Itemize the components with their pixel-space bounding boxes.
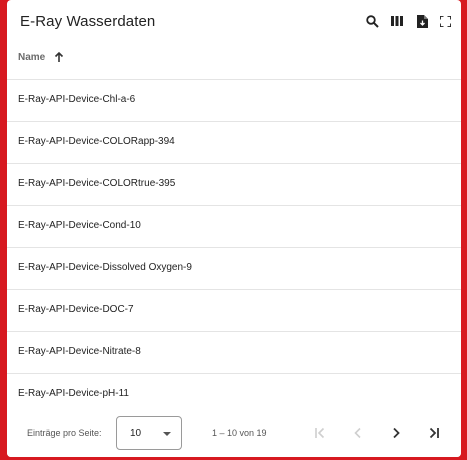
rows-per-page-value: 10	[130, 428, 142, 439]
table-toolbar: E-Ray Wasserdaten	[7, 0, 461, 44]
column-header-label: Name	[18, 52, 46, 63]
arrow-up-icon	[54, 51, 64, 62]
row-name: E-Ray-API-Device-COLORtrue-395	[18, 178, 176, 189]
file-download-icon[interactable]	[412, 11, 432, 31]
previous-page-button[interactable]	[348, 423, 368, 443]
first-page-icon	[315, 427, 325, 439]
pagination-bar: Einträge pro Seite: 10 1 – 10 von 19	[7, 409, 461, 457]
rows-per-page-select[interactable]: 10	[116, 416, 182, 450]
table-row[interactable]: E-Ray-API-Device-Chl-a-6	[7, 80, 461, 122]
first-page-button[interactable]	[310, 423, 330, 443]
table-body: E-Ray-API-Device-Chl-a-6 E-Ray-API-Devic…	[7, 80, 461, 416]
table-title: E-Ray Wasserdaten	[20, 13, 156, 30]
row-name: E-Ray-API-Device-DOC-7	[18, 304, 134, 315]
table-row[interactable]: E-Ray-API-Device-Cond-10	[7, 206, 461, 248]
row-name: E-Ray-API-Device-pH-11	[18, 388, 129, 399]
last-page-button[interactable]	[424, 423, 444, 443]
table-row[interactable]: E-Ray-API-Device-COLORtrue-395	[7, 164, 461, 206]
table-row[interactable]: E-Ray-API-Device-Dissolved Oxygen-9	[7, 248, 461, 290]
table-row[interactable]: E-Ray-API-Device-COLORapp-394	[7, 122, 461, 164]
chevron-left-icon	[354, 427, 361, 439]
fullscreen-icon[interactable]	[435, 11, 455, 31]
column-header-name[interactable]: Name	[7, 44, 461, 80]
table-row[interactable]: E-Ray-API-Device-Nitrate-8	[7, 332, 461, 374]
view-column-icon[interactable]	[387, 11, 407, 31]
row-name: E-Ray-API-Device-Dissolved Oxygen-9	[18, 262, 192, 273]
chevron-down-icon	[163, 432, 171, 436]
next-page-button[interactable]	[386, 423, 406, 443]
rows-per-page-label: Einträge pro Seite:	[27, 428, 102, 438]
chevron-right-icon	[393, 427, 400, 439]
row-name: E-Ray-API-Device-Cond-10	[18, 220, 141, 231]
row-name: E-Ray-API-Device-COLORapp-394	[18, 136, 175, 147]
row-name: E-Ray-API-Device-Nitrate-8	[18, 346, 141, 357]
table-row[interactable]: E-Ray-API-Device-DOC-7	[7, 290, 461, 332]
search-icon[interactable]	[362, 11, 382, 31]
last-page-icon	[429, 427, 439, 439]
pagination-range: 1 – 10 von 19	[212, 428, 267, 438]
row-name: E-Ray-API-Device-Chl-a-6	[18, 94, 136, 105]
table-card: E-Ray Wasserdaten Name E-Ray-API-Device-…	[7, 0, 461, 457]
